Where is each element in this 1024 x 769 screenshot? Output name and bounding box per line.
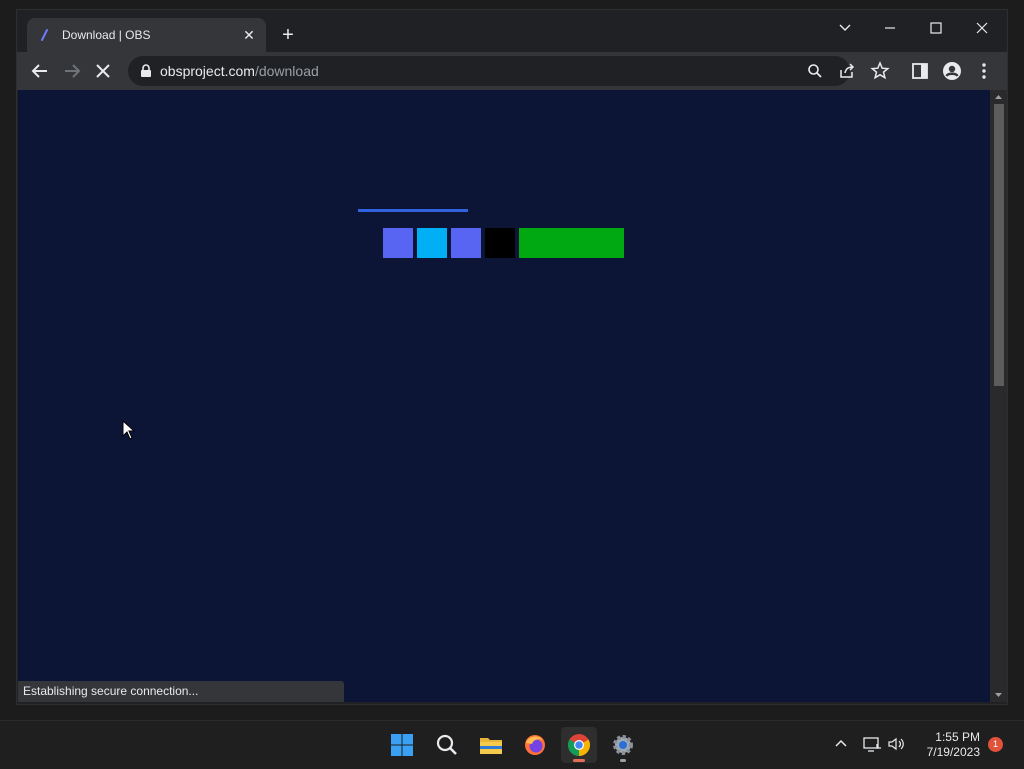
search-icon <box>436 734 457 755</box>
new-tab-button[interactable]: + <box>277 25 299 47</box>
volume-icon[interactable] <box>886 735 906 755</box>
page-content <box>18 90 990 702</box>
profile-avatar-icon[interactable] <box>940 59 964 83</box>
loading-bar <box>358 209 468 212</box>
loading-block-1 <box>383 228 413 258</box>
tab-search-chevron-icon[interactable] <box>830 16 860 40</box>
tab-close-icon[interactable]: ✕ <box>240 26 258 44</box>
search-icon[interactable] <box>805 61 825 81</box>
browser-toolbar: obsproject.com/download <box>17 52 1007 90</box>
notification-badge[interactable]: 1 <box>988 737 1003 752</box>
bookmark-star-icon[interactable] <box>868 59 892 83</box>
loading-block-3 <box>451 228 481 258</box>
start-button[interactable] <box>384 727 420 763</box>
browser-window: Download | OBS ✕ + obsproject.com/downlo… <box>17 10 1007 704</box>
url-path: /download <box>254 63 319 79</box>
running-app-indicator <box>620 759 626 762</box>
share-icon[interactable] <box>837 61 857 81</box>
lock-icon[interactable] <box>140 64 152 83</box>
back-button[interactable] <box>28 59 52 83</box>
browser-menu-icon[interactable] <box>972 59 996 83</box>
page-scrollbar[interactable] <box>990 90 1007 702</box>
stop-loading-button[interactable] <box>91 59 115 83</box>
tray-overflow-chevron-icon[interactable] <box>832 735 852 755</box>
url-domain: obsproject.com <box>160 63 255 79</box>
scroll-thumb[interactable] <box>994 104 1004 386</box>
scroll-down-icon[interactable] <box>990 690 1007 700</box>
side-panel-icon[interactable] <box>908 59 932 83</box>
close-window-button[interactable] <box>967 16 997 40</box>
system-clock[interactable]: 1:55 PM 7/19/2023 <box>916 730 980 760</box>
loading-block-2 <box>417 228 447 258</box>
tab-title: Download | OBS <box>62 28 151 42</box>
forward-button[interactable] <box>60 59 84 83</box>
settings-button[interactable] <box>605 727 641 763</box>
maximize-button[interactable] <box>921 16 951 40</box>
chrome-icon <box>568 734 590 756</box>
loading-block-5 <box>519 228 624 258</box>
taskbar-search-button[interactable] <box>429 727 465 763</box>
clock-date: 7/19/2023 <box>926 745 980 759</box>
taskbar: 1:55 PM 7/19/2023 1 <box>0 720 1024 769</box>
minimize-button[interactable] <box>875 16 905 40</box>
clock-time: 1:55 PM <box>935 730 980 744</box>
loading-block-4 <box>485 228 515 258</box>
settings-icon <box>613 735 633 755</box>
start-icon <box>391 734 413 756</box>
scroll-up-icon[interactable] <box>990 92 1007 102</box>
firefox-button[interactable] <box>517 727 553 763</box>
chrome-button[interactable] <box>561 727 597 763</box>
obs-favicon-icon <box>37 27 53 43</box>
active-app-indicator <box>573 759 585 762</box>
network-icon[interactable] <box>862 735 882 755</box>
address-bar[interactable]: obsproject.com/download <box>128 56 855 86</box>
url-text[interactable]: obsproject.com/download <box>160 63 319 79</box>
mouse-cursor-icon <box>122 420 136 440</box>
status-bar: Establishing secure connection... <box>18 681 344 702</box>
file-explorer-icon <box>480 738 502 754</box>
tab-strip: Download | OBS ✕ + <box>17 10 1007 52</box>
file-explorer-button[interactable] <box>473 727 509 763</box>
firefox-icon <box>525 735 545 755</box>
tab-download-obs[interactable]: Download | OBS ✕ <box>27 18 266 52</box>
